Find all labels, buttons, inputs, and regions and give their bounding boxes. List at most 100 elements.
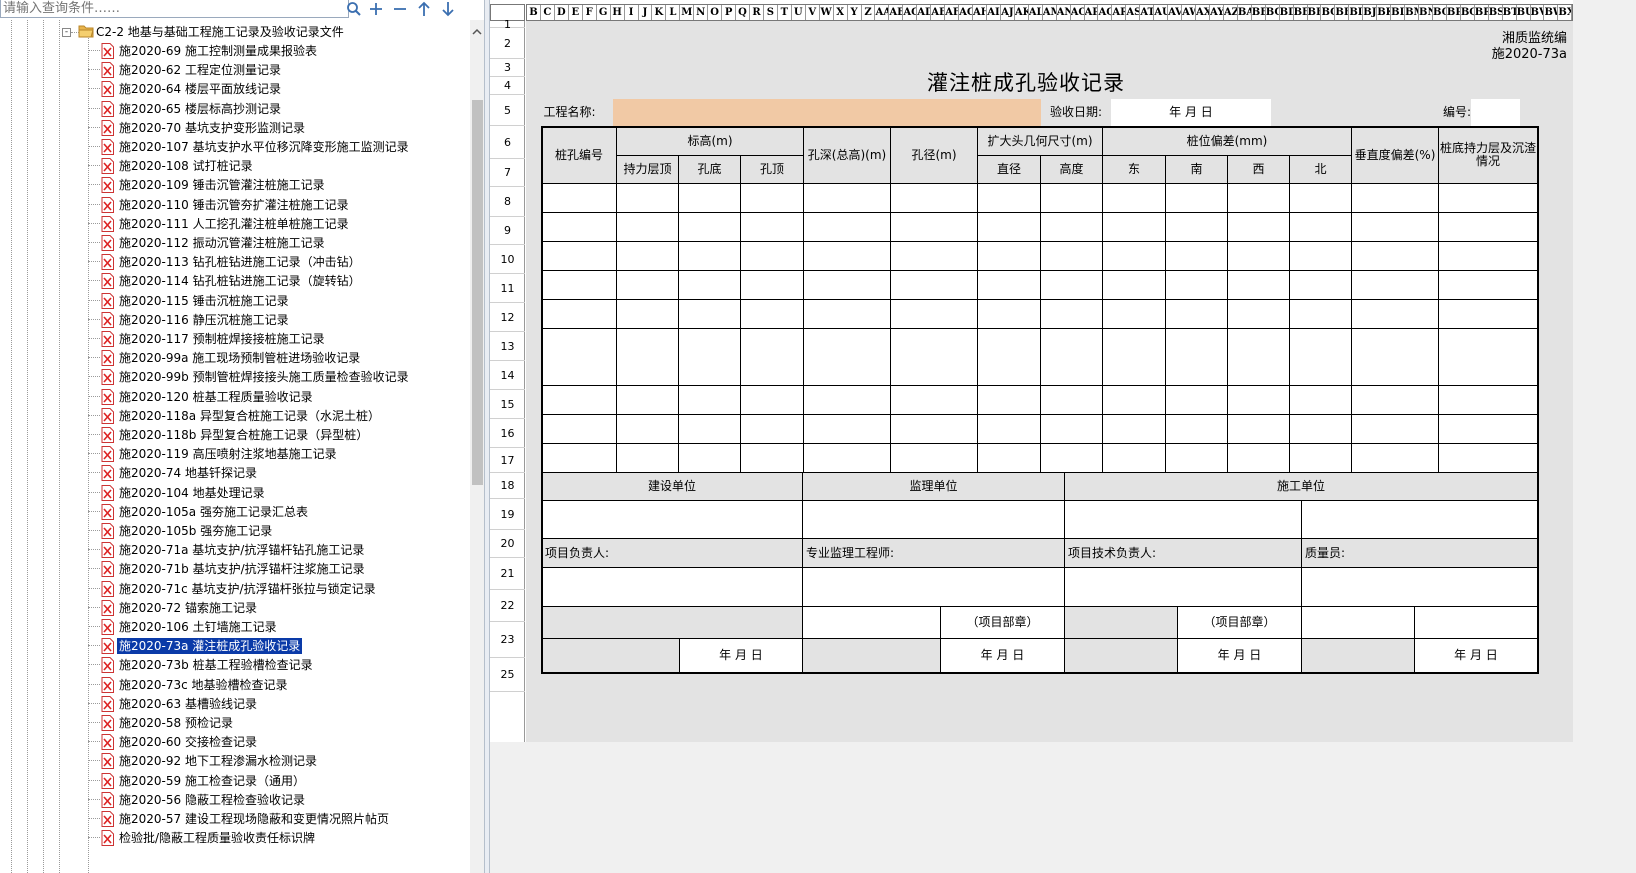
tree-item[interactable]: 施2020-119 高压喷射注浆地基施工记录 xyxy=(0,444,470,464)
row-header[interactable]: 2 xyxy=(490,28,525,59)
column-header[interactable]: BR xyxy=(1475,5,1489,20)
table-cell[interactable] xyxy=(741,299,804,329)
table-cell[interactable] xyxy=(679,270,741,300)
number-field[interactable] xyxy=(1471,99,1520,126)
row-header[interactable]: 8 xyxy=(490,187,525,217)
signature-area[interactable] xyxy=(1065,568,1302,607)
tree-scroll-thumb[interactable] xyxy=(472,100,483,485)
tree-item[interactable]: 施2020-99b 预制管桩焊接接头施工质量检查验收记录 xyxy=(0,367,470,387)
column-header[interactable]: F xyxy=(583,5,597,20)
column-header[interactable]: AH xyxy=(973,5,987,20)
column-header[interactable]: AD xyxy=(917,5,932,20)
tree-item[interactable]: 施2020-105a 强夯施工记录汇总表 xyxy=(0,502,470,522)
tree-item[interactable]: 施2020-109 锤击沉管灌注桩施工记录 xyxy=(0,175,470,195)
table-cell[interactable] xyxy=(978,270,1041,300)
table-cell[interactable] xyxy=(978,299,1041,329)
table-cell[interactable] xyxy=(891,328,978,358)
table-cell[interactable] xyxy=(1103,270,1166,300)
table-cell[interactable] xyxy=(1290,299,1352,329)
table-cell[interactable] xyxy=(1041,444,1103,474)
column-header[interactable]: BJ xyxy=(1363,5,1378,20)
table-cell[interactable] xyxy=(542,415,617,445)
table-cell[interactable] xyxy=(1103,386,1166,416)
tree-item[interactable]: 施2020-107 基坑支护水平位移沉降变形施工监测记录 xyxy=(0,137,470,157)
table-cell[interactable] xyxy=(1290,270,1352,300)
signature-area[interactable] xyxy=(803,501,1065,539)
table-cell[interactable] xyxy=(1439,184,1538,213)
table-cell[interactable] xyxy=(978,415,1041,445)
column-header[interactable]: O xyxy=(708,5,723,20)
column-header[interactable]: BW xyxy=(1544,5,1559,20)
row-header[interactable]: 3 xyxy=(490,59,525,77)
table-cell[interactable] xyxy=(1352,184,1439,213)
column-header[interactable]: AP xyxy=(1085,5,1099,20)
column-header[interactable]: BH xyxy=(1335,5,1350,20)
table-cell[interactable] xyxy=(1352,328,1439,358)
signature-area[interactable] xyxy=(542,501,803,539)
column-header[interactable]: AM xyxy=(1043,5,1057,20)
tree-item[interactable]: 施2020-99a 施工现场预制管桩进场验收记录 xyxy=(0,348,470,368)
table-cell[interactable] xyxy=(741,328,804,358)
tree-item[interactable]: 施2020-117 预制桩焊接接桩施工记录 xyxy=(0,329,470,349)
column-header[interactable]: BT xyxy=(1503,5,1517,20)
column-header[interactable]: AK xyxy=(1015,5,1029,20)
column-header[interactable]: BA xyxy=(1238,5,1252,20)
column-header[interactable]: AI xyxy=(987,5,1001,20)
column-header[interactable]: H xyxy=(611,5,625,20)
tree-item[interactable]: 施2020-70 基坑支护变形监测记录 xyxy=(0,118,470,138)
table-cell[interactable] xyxy=(1166,212,1228,242)
table-cell[interactable] xyxy=(1166,241,1228,271)
table-cell[interactable] xyxy=(741,386,804,416)
table-cell[interactable] xyxy=(1439,328,1538,358)
table-cell[interactable] xyxy=(679,241,741,271)
column-header[interactable]: U xyxy=(792,5,806,20)
table-cell[interactable] xyxy=(1290,357,1352,387)
table-cell[interactable] xyxy=(1228,299,1290,329)
table-cell[interactable] xyxy=(617,328,679,358)
column-header[interactable]: BK xyxy=(1377,5,1392,20)
table-cell[interactable] xyxy=(679,212,741,242)
table-cell[interactable] xyxy=(1290,415,1352,445)
table-cell[interactable] xyxy=(1041,241,1103,271)
table-cell[interactable] xyxy=(804,386,891,416)
tree-item[interactable]: 施2020-113 钻孔桩钻进施工记录（冲击钻） xyxy=(0,252,470,272)
table-cell[interactable] xyxy=(542,241,617,271)
column-header[interactable]: Q xyxy=(736,5,750,20)
search-input[interactable] xyxy=(1,0,348,17)
table-cell[interactable] xyxy=(741,241,804,271)
column-header[interactable]: AR xyxy=(1112,5,1127,20)
tree-item[interactable]: 施2020-105b 强夯施工记录 xyxy=(0,521,470,541)
project-name-field[interactable] xyxy=(613,99,1041,126)
table-cell[interactable] xyxy=(1103,415,1166,445)
row-header[interactable]: 9 xyxy=(490,217,525,245)
tree-item[interactable]: 施2020-112 振动沉管灌注桩施工记录 xyxy=(0,233,470,253)
column-header[interactable]: AX xyxy=(1196,5,1210,20)
tree-item[interactable]: 检验批/隐蔽工程质量验收责任标识牌 xyxy=(0,828,470,848)
sign-date[interactable]: 年 月 日 xyxy=(680,639,803,673)
table-cell[interactable] xyxy=(1352,299,1439,329)
column-header[interactable]: BE xyxy=(1294,5,1308,20)
row-header[interactable]: 20 xyxy=(490,530,525,558)
row-header[interactable]: 1 xyxy=(490,18,525,31)
column-header[interactable]: B xyxy=(527,5,541,20)
table-cell[interactable] xyxy=(679,444,741,474)
table-cell[interactable] xyxy=(542,212,617,242)
table-cell[interactable] xyxy=(1439,357,1538,387)
tree-item[interactable]: 施2020-108 试打桩记录 xyxy=(0,156,470,176)
table-cell[interactable] xyxy=(741,444,804,474)
table-cell[interactable] xyxy=(741,357,804,387)
table-cell[interactable] xyxy=(891,270,978,300)
column-header[interactable]: AS xyxy=(1126,5,1141,20)
column-header[interactable]: BF xyxy=(1308,5,1322,20)
table-cell[interactable] xyxy=(1166,357,1228,387)
row-header[interactable]: 10 xyxy=(490,245,525,274)
tree-item[interactable]: 施2020-73c 地基验槽检查记录 xyxy=(0,675,470,695)
table-cell[interactable] xyxy=(1103,328,1166,358)
table-cell[interactable] xyxy=(1228,184,1290,213)
column-header[interactable]: E xyxy=(569,5,583,20)
table-cell[interactable] xyxy=(1290,444,1352,474)
tree-item[interactable]: 施2020-92 地下工程渗漏水检测记录 xyxy=(0,751,470,771)
tree-item[interactable]: 施2020-65 楼层标高抄测记录 xyxy=(0,99,470,119)
tree-item[interactable]: 施2020-104 地基处理记录 xyxy=(0,483,470,503)
column-header[interactable]: AQ xyxy=(1098,5,1113,20)
